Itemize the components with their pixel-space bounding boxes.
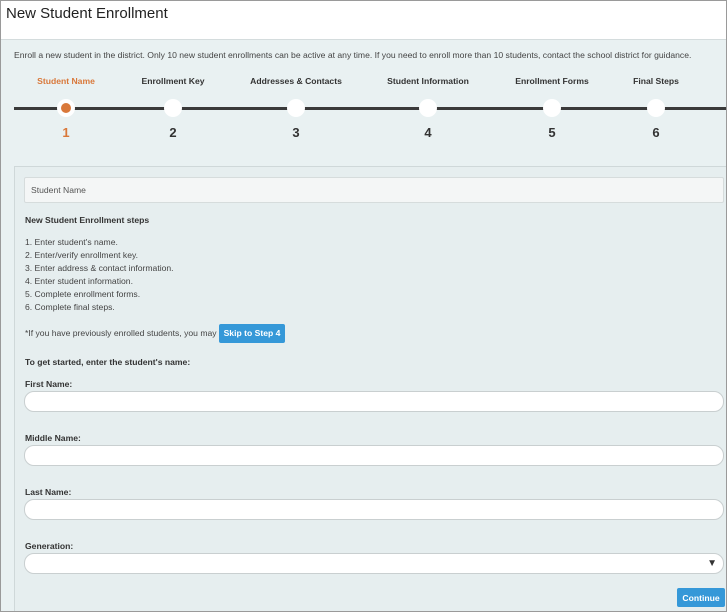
active-step-marker: [61, 103, 71, 113]
continue-button[interactable]: Continue: [677, 588, 725, 607]
intro-text: Enroll a new student in the district. On…: [14, 50, 692, 60]
list-item: 3. Enter address & contact information.: [25, 263, 174, 273]
skip-text: *If you have previously enrolled student…: [25, 328, 217, 338]
step-label-enrollment-key[interactable]: Enrollment Key: [141, 76, 204, 86]
generation-select[interactable]: ▼: [24, 553, 724, 574]
step-number-4: 4: [424, 125, 432, 140]
skip-to-step-4-button[interactable]: Skip to Step 4: [218, 323, 286, 343]
list-item: 2. Enter/verify enrollment key.: [25, 250, 139, 260]
first-name-input[interactable]: [24, 391, 724, 412]
step-dot-5[interactable]: [543, 99, 561, 117]
step-number-2: 2: [169, 125, 177, 140]
last-name-input[interactable]: [24, 499, 724, 520]
middle-name-label: Middle Name:: [25, 433, 81, 443]
panel-header: Student Name: [24, 177, 724, 203]
page-title: New Student Enrollment: [6, 5, 168, 22]
step-progress: Student Name Enrollment Key Addresses & …: [1, 71, 726, 141]
step-dot-6[interactable]: [647, 99, 665, 117]
list-item: 5. Complete enrollment forms.: [25, 289, 141, 299]
step-progress-line: [14, 107, 726, 110]
steps-list: 1. Enter student's name. 2. Enter/verify…: [25, 236, 174, 314]
step-label-enrollment-forms[interactable]: Enrollment Forms: [515, 76, 589, 86]
step-number-6: 6: [652, 125, 660, 140]
get-started-text: To get started, enter the student's name…: [25, 357, 191, 367]
generation-label: Generation:: [25, 541, 74, 551]
title-bar: New Student Enrollment: [1, 1, 726, 40]
step-label-student-name[interactable]: Student Name: [37, 76, 95, 86]
enrollment-window: New Student Enrollment Enroll a new stud…: [0, 0, 727, 612]
middle-name-input[interactable]: [24, 445, 724, 466]
step-number-3: 3: [292, 125, 300, 140]
steps-title: New Student Enrollment steps: [25, 215, 150, 225]
step-dot-3[interactable]: [287, 99, 305, 117]
chevron-down-icon[interactable]: ▼: [707, 558, 717, 569]
step-label-final-steps[interactable]: Final Steps: [633, 76, 679, 86]
list-item: 1. Enter student's name.: [25, 237, 118, 247]
student-name-panel: Student Name New Student Enrollment step…: [14, 166, 726, 611]
skip-row: *If you have previously enrolled student…: [25, 323, 286, 343]
list-item: 4. Enter student information.: [25, 276, 133, 286]
step-number-1: 1: [62, 125, 70, 140]
step-dot-1[interactable]: [57, 99, 75, 117]
list-item: 6. Complete final steps.: [25, 302, 115, 312]
step-dot-4[interactable]: [419, 99, 437, 117]
step-dot-2[interactable]: [164, 99, 182, 117]
step-label-student-information[interactable]: Student Information: [387, 76, 469, 86]
step-number-5: 5: [548, 125, 556, 140]
step-label-addresses-contacts[interactable]: Addresses & Contacts: [250, 76, 342, 86]
last-name-label: Last Name:: [25, 487, 72, 497]
first-name-label: First Name:: [25, 379, 73, 389]
